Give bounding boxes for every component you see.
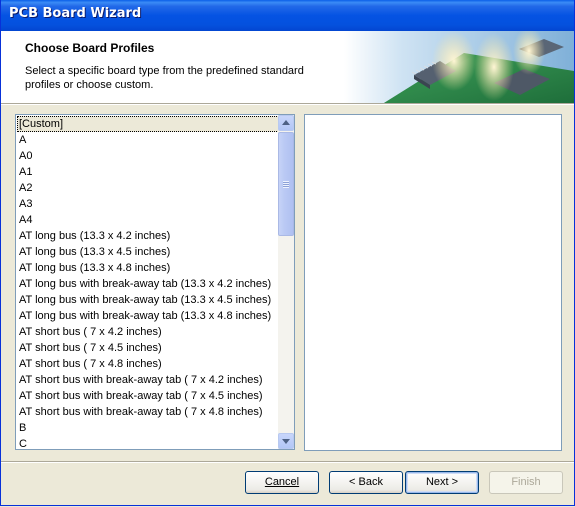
- profile-list-item[interactable]: AT short bus with break-away tab ( 7 x 4…: [17, 388, 279, 404]
- profile-list-item[interactable]: AT long bus with break-away tab (13.3 x …: [17, 276, 279, 292]
- arrow-down-icon: [282, 439, 290, 444]
- profile-list-item[interactable]: AT long bus (13.3 x 4.8 inches): [17, 260, 279, 276]
- next-label: Next >: [425, 476, 459, 488]
- profile-list-item[interactable]: A0: [17, 148, 279, 164]
- profile-list-item[interactable]: AT short bus with break-away tab ( 7 x 4…: [17, 404, 279, 420]
- profile-list-item[interactable]: AT short bus with break-away tab ( 7 x 4…: [17, 372, 279, 388]
- profile-list-item[interactable]: A: [17, 132, 279, 148]
- page-title: Choose Board Profiles: [25, 41, 155, 55]
- board-preview-pane: [304, 114, 562, 451]
- footer-divider: [1, 461, 574, 463]
- profile-list-item[interactable]: AT short bus ( 7 x 4.2 inches): [17, 324, 279, 340]
- profile-list-item[interactable]: A4: [17, 212, 279, 228]
- scroll-up-button[interactable]: [278, 115, 294, 131]
- scroll-thumb[interactable]: [278, 132, 294, 236]
- profile-list-item[interactable]: AT long bus (13.3 x 4.2 inches): [17, 228, 279, 244]
- profile-list-item[interactable]: A2: [17, 180, 279, 196]
- profile-list-item[interactable]: AT short bus ( 7 x 4.8 inches): [17, 356, 279, 372]
- cancel-label: Cancel: [264, 476, 300, 488]
- profile-list-item[interactable]: A1: [17, 164, 279, 180]
- profile-list-item[interactable]: B: [17, 420, 279, 436]
- header-divider: [1, 103, 574, 105]
- profile-list-item[interactable]: AT long bus with break-away tab (13.3 x …: [17, 292, 279, 308]
- wizard-header: Choose Board Profiles Select a specific …: [1, 31, 574, 103]
- profile-list-item[interactable]: AT long bus with break-away tab (13.3 x …: [17, 308, 279, 324]
- finish-button: Finish: [489, 471, 563, 494]
- wizard-window: PCB Board Wizard Choose Board Profiles S…: [0, 0, 575, 506]
- title-bar[interactable]: PCB Board Wizard: [1, 0, 574, 31]
- window-title: PCB Board Wizard: [9, 6, 142, 21]
- cancel-button[interactable]: Cancel: [245, 471, 319, 494]
- page-description: Select a specific board type from the pr…: [25, 65, 304, 91]
- arrow-up-icon: [282, 120, 290, 125]
- back-button[interactable]: < Back: [329, 471, 403, 494]
- back-label: < Back: [349, 476, 383, 488]
- scroll-down-button[interactable]: [278, 433, 294, 449]
- profile-list-items[interactable]: [Custom] A A0 A1 A2 A3 A4 AT long bus (13.3 x 4…: [17, 116, 279, 449]
- next-button[interactable]: Next >: [405, 471, 479, 494]
- grip-icon: [283, 181, 289, 188]
- finish-label: Finish: [511, 476, 541, 488]
- profile-list-item[interactable]: AT short bus ( 7 x 4.5 inches): [17, 340, 279, 356]
- profile-list-item[interactable]: C: [17, 436, 279, 449]
- list-scrollbar[interactable]: [278, 115, 294, 449]
- profile-list-item[interactable]: [Custom]: [17, 116, 279, 132]
- profile-list-item[interactable]: AT long bus (13.3 x 4.5 inches): [17, 244, 279, 260]
- profile-list-item[interactable]: A3: [17, 196, 279, 212]
- pcb-illustration-icon: [344, 31, 574, 103]
- board-profile-list[interactable]: [Custom] A A0 A1 A2 A3 A4 AT long bus (13.3 x 4…: [15, 114, 295, 450]
